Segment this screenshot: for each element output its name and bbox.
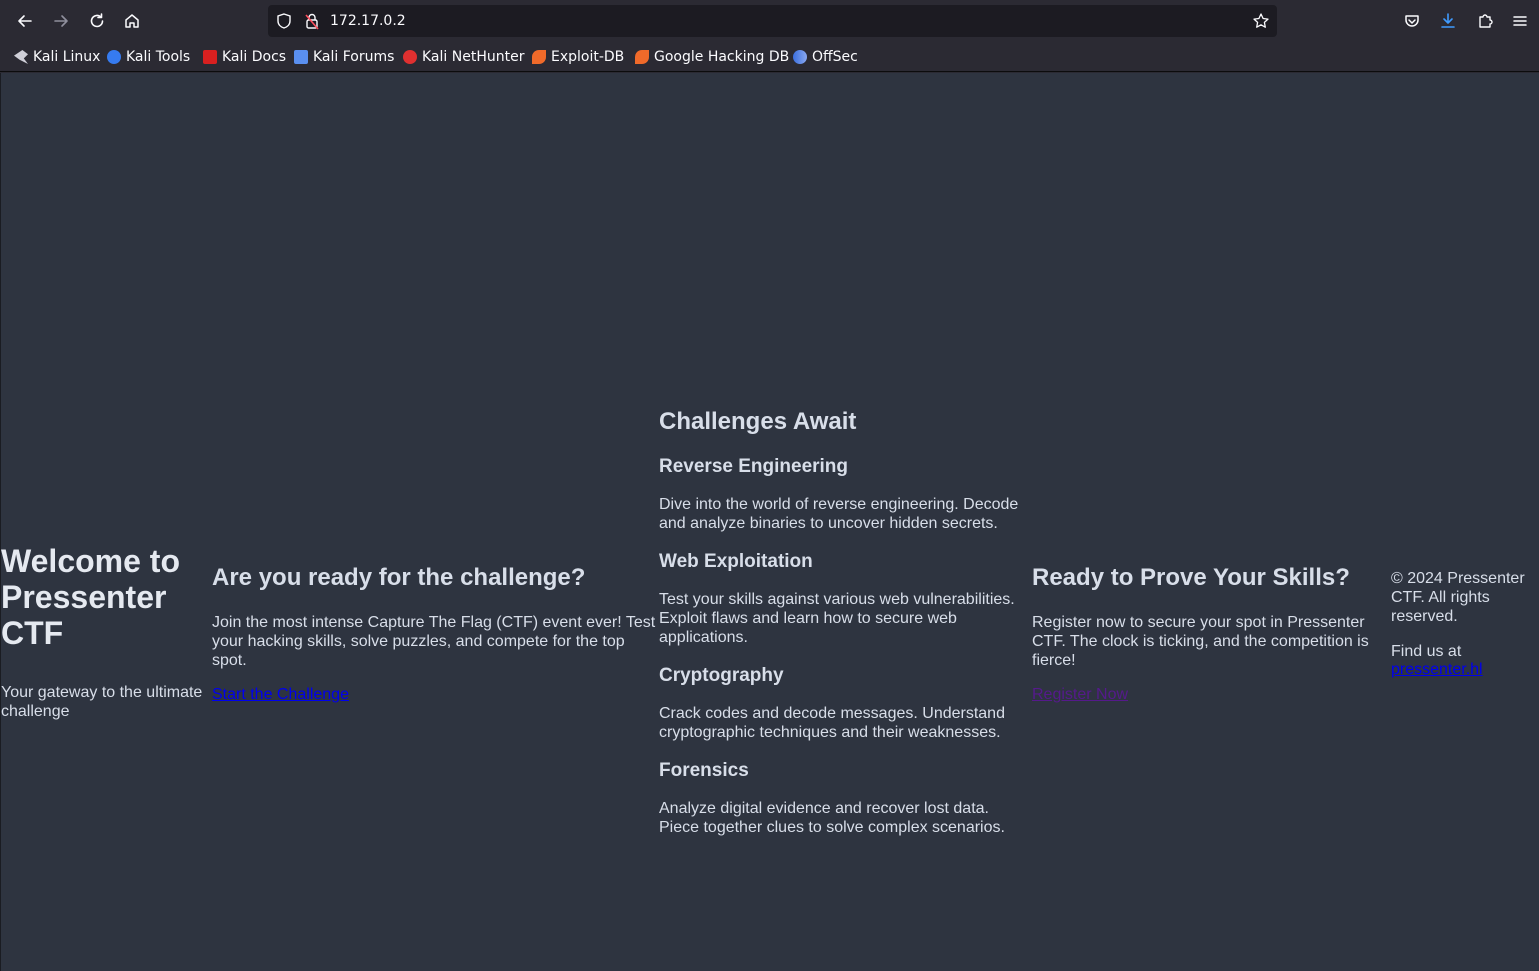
- bookmark-label: Kali Forums: [313, 49, 395, 65]
- arrow-left-icon: [18, 15, 32, 27]
- kali-tools-icon: [107, 50, 121, 64]
- register-section: Ready to Prove Your Skills? Register now…: [1032, 564, 1382, 704]
- home-icon: [125, 14, 139, 28]
- challenges-section: Challenges Await Reverse Engineering Div…: [659, 408, 1024, 837]
- extensions-button[interactable]: [1470, 6, 1500, 36]
- challenge-text: Analyze digital evidence and recover los…: [659, 800, 1005, 836]
- download-icon: [1441, 13, 1455, 28]
- url-text[interactable]: 172.17.0.2: [330, 13, 406, 29]
- forward-button[interactable]: [46, 6, 76, 36]
- bookmark-kali-linux[interactable]: Kali Linux: [14, 48, 100, 66]
- offsec-icon: [793, 50, 807, 64]
- exploit-db-icon: [532, 50, 546, 64]
- browser-toolbar: 172.17.0.2: [0, 0, 1539, 42]
- shield-icon[interactable]: [275, 12, 293, 30]
- bookmark-label: Kali NetHunter: [422, 49, 525, 65]
- challenge-title: Web Exploitation: [659, 551, 813, 572]
- kali-dragon-icon: [14, 50, 28, 64]
- pocket-icon: [1405, 15, 1419, 27]
- arrow-right-icon: [54, 15, 68, 27]
- reload-button[interactable]: [82, 6, 112, 36]
- bookmark-exploit-db[interactable]: Exploit-DB: [532, 48, 624, 66]
- footer-section: © 2024 Pressenter CTF. All rights reserv…: [1391, 569, 1536, 679]
- challenge-item: Forensics Analyze digital evidence and r…: [659, 760, 1024, 837]
- url-bar[interactable]: 172.17.0.2: [268, 5, 1277, 37]
- bookmark-google-hacking-db[interactable]: Google Hacking DB: [635, 48, 789, 66]
- start-challenge-link[interactable]: Start the Challenge: [212, 686, 349, 703]
- hamburger-menu-icon: [1513, 16, 1527, 26]
- challenge-item: Reverse Engineering Dive into the world …: [659, 456, 1024, 533]
- bookmark-label: Kali Docs: [222, 49, 287, 65]
- intro-text: Join the most intense Capture The Flag (…: [212, 614, 656, 669]
- challenge-title: Forensics: [659, 760, 749, 781]
- footer-find-us: Find us at: [1391, 643, 1462, 660]
- bookmark-kali-nethunter[interactable]: Kali NetHunter: [403, 48, 524, 66]
- intro-heading: Are you ready for the challenge?: [212, 564, 586, 591]
- challenge-title: Reverse Engineering: [659, 456, 849, 477]
- reload-icon: [90, 13, 104, 28]
- bookmark-kali-tools[interactable]: Kali Tools: [107, 48, 190, 66]
- challenges-heading: Challenges Await: [659, 408, 857, 435]
- hero-section: Welcome to Pressenter CTF Your gateway t…: [1, 543, 206, 721]
- bookmark-label: OffSec: [812, 49, 858, 65]
- challenge-text: Test your skills against various web vul…: [659, 591, 1015, 646]
- intro-section: Are you ready for the challenge? Join th…: [212, 564, 658, 704]
- star-bookmark-icon[interactable]: [1252, 12, 1270, 30]
- kali-forums-icon: [294, 50, 308, 64]
- puzzle-icon: [1479, 14, 1493, 28]
- challenge-text: Dive into the world of reverse engineeri…: [659, 496, 1019, 532]
- footer-copyright: © 2024 Pressenter CTF. All rights reserv…: [1391, 570, 1525, 625]
- bookmark-label: Kali Tools: [126, 49, 191, 65]
- bookmark-offsec[interactable]: OffSec: [793, 48, 858, 66]
- page-viewport: Welcome to Pressenter CTF Your gateway t…: [0, 73, 1539, 971]
- bookmarks-bar: Kali Linux Kali Tools Kali Docs Kali For…: [0, 42, 1539, 72]
- challenge-text: Crack codes and decode messages. Underst…: [659, 705, 1005, 741]
- bookmark-kali-docs[interactable]: Kali Docs: [203, 48, 286, 66]
- lock-insecure-icon[interactable]: [303, 12, 321, 30]
- bookmark-kali-forums[interactable]: Kali Forums: [294, 48, 394, 66]
- kali-nethunter-icon: [403, 50, 417, 64]
- challenge-item: Cryptography Crack codes and decode mess…: [659, 665, 1024, 742]
- challenge-title: Cryptography: [659, 665, 784, 686]
- bookmark-label: Kali Linux: [33, 49, 101, 65]
- downloads-button[interactable]: [1433, 6, 1463, 36]
- challenge-item: Web Exploitation Test your skills agains…: [659, 551, 1024, 647]
- hero-subtitle: Your gateway to the ultimate challenge: [1, 684, 203, 720]
- register-heading: Ready to Prove Your Skills?: [1032, 564, 1350, 591]
- register-text: Register now to secure your spot in Pres…: [1032, 614, 1369, 669]
- hero-title: Welcome to Pressenter CTF: [1, 543, 180, 651]
- bookmark-label: Exploit-DB: [551, 49, 625, 65]
- back-button[interactable]: [10, 6, 40, 36]
- kali-docs-icon: [203, 50, 217, 64]
- home-button[interactable]: [117, 6, 147, 36]
- register-now-link[interactable]: Register Now: [1032, 686, 1128, 703]
- menu-button[interactable]: [1505, 6, 1535, 36]
- bookmark-label: Google Hacking DB: [654, 49, 790, 65]
- footer-site-link[interactable]: pressenter.hl: [1391, 661, 1483, 678]
- pocket-button[interactable]: [1397, 6, 1427, 36]
- google-hacking-db-icon: [635, 50, 649, 64]
